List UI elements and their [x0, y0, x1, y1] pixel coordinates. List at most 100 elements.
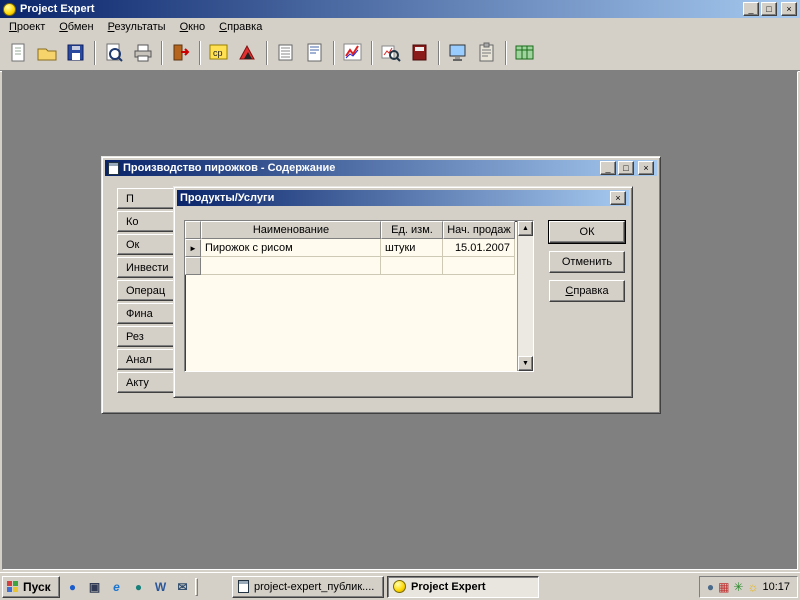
toolbar-separator [333, 41, 335, 65]
column-header-name[interactable]: Наименование [201, 221, 381, 239]
cancel-button[interactable]: Отменить [549, 251, 625, 273]
products-dialog: Продукты/Услуги × Наименование Ед. изм. … [173, 186, 633, 398]
scroll-up-icon[interactable]: ▲ [518, 221, 533, 236]
clipboard-button[interactable] [473, 39, 501, 67]
new-project-button[interactable] [4, 39, 32, 67]
task-label: project-expert_публик.... [254, 580, 375, 593]
minimize-button[interactable]: _ [743, 2, 759, 16]
tray-icon-1[interactable]: ● [707, 581, 714, 593]
cell-empty[interactable] [443, 257, 515, 275]
chart-button[interactable] [339, 39, 367, 67]
inflation-icon [239, 44, 255, 60]
maximize-button[interactable]: □ [761, 2, 777, 16]
currencies-button[interactable]: cp [205, 39, 233, 67]
menu-results[interactable]: Результаты [101, 19, 173, 35]
mdi-close-button[interactable]: × [638, 161, 654, 175]
cell-sales-start[interactable]: 15.01.2007 [443, 239, 515, 257]
cell-product-name[interactable]: Пирожок с рисом [201, 239, 381, 257]
workspace: Производство пирожков - Содержание _ □ ×… [2, 71, 798, 570]
main-window-title: Project Expert [20, 3, 95, 15]
cell-unit[interactable]: штуки [381, 239, 443, 257]
toolbar-separator [94, 41, 96, 65]
menubar: Проект Обмен Результаты Окно Справка [0, 18, 800, 36]
taxes-list-button[interactable] [272, 39, 300, 67]
tray-icon-3[interactable]: ✳ [733, 581, 743, 593]
row-selector-header [185, 221, 201, 239]
dialog-titlebar[interactable]: Продукты/Услуги × [177, 190, 629, 206]
print-preview-button[interactable] [100, 39, 128, 67]
quicklaunch-ie-icon[interactable]: e [107, 577, 126, 596]
chart-icon [343, 43, 362, 61]
analysis-button[interactable] [377, 39, 405, 67]
menu-project[interactable]: Проект [2, 19, 52, 35]
quicklaunch-save-icon[interactable]: ▣ [85, 577, 104, 596]
ok-button[interactable]: ОК [549, 221, 625, 243]
text-description-button[interactable] [301, 39, 329, 67]
exit-button[interactable] [167, 39, 195, 67]
quicklaunch-mail-icon[interactable]: ✉ [173, 577, 192, 596]
cell-empty[interactable] [381, 257, 443, 275]
menu-help[interactable]: Справка [212, 19, 269, 35]
open-project-icon [37, 48, 57, 61]
menu-exchange[interactable]: Обмен [52, 19, 100, 35]
mdi-minimize-button[interactable]: _ [600, 161, 616, 175]
vertical-scrollbar[interactable]: ▲ ▼ [517, 221, 533, 371]
taskbar-divider[interactable] [195, 577, 198, 596]
task-button-document[interactable]: project-expert_публик.... [232, 575, 384, 598]
toolbar-separator [371, 41, 373, 65]
dialog-close-button[interactable]: × [610, 191, 626, 205]
quicklaunch-word-icon[interactable]: W [151, 577, 170, 596]
content-document-icon [108, 161, 119, 175]
mdi-restore-button[interactable]: □ [618, 161, 634, 175]
toolbar-separator [161, 41, 163, 65]
dialog-body: Наименование Ед. изм. Нач. продаж ► Пиро… [177, 206, 629, 394]
print-icon [134, 44, 152, 62]
currencies-icon: cp [209, 44, 228, 60]
screen-button[interactable] [444, 39, 472, 67]
scroll-down-icon[interactable]: ▼ [518, 356, 533, 371]
column-header-start[interactable]: Нач. продаж [443, 221, 515, 239]
menu-window[interactable]: Окно [173, 19, 213, 35]
main-titlebar[interactable]: Project Expert _ □ × [0, 0, 800, 18]
cash-flow-table-button[interactable] [511, 39, 539, 67]
mdi-titlebar[interactable]: Производство пирожков - Содержание _ □ × [105, 160, 657, 176]
table-row[interactable]: ► Пирожок с рисом штуки 15.01.2007 [185, 239, 533, 257]
print-preview-icon [106, 43, 123, 62]
toolbar-separator [266, 41, 268, 65]
cash-flow-table-icon [515, 45, 534, 60]
tray-icon-2[interactable]: ▦ [718, 581, 729, 593]
new-project-icon [11, 43, 25, 62]
save-project-button[interactable] [62, 39, 90, 67]
quicklaunch-internet-icon[interactable]: ● [63, 577, 82, 596]
taxes-list-icon [278, 44, 293, 61]
toolbar-separator [199, 41, 201, 65]
mdi-window-title: Производство пирожков - Содержание [123, 162, 336, 174]
tray-icon-4[interactable]: ☼ [747, 581, 758, 593]
windows-logo-icon [7, 580, 19, 593]
close-button[interactable]: × [781, 2, 797, 16]
clock: 10:17 [762, 580, 790, 593]
inflation-button[interactable] [234, 39, 262, 67]
analysis-icon [381, 45, 401, 62]
table-header-row: Наименование Ед. изм. Нач. продаж [185, 221, 533, 239]
start-button[interactable]: Пуск [2, 575, 60, 598]
task-button-project-expert[interactable]: Project Expert [387, 575, 539, 598]
row-marker-icon[interactable]: ► [185, 239, 201, 257]
app-lightbulb-icon[interactable] [3, 2, 16, 16]
start-label: Пуск [23, 579, 51, 594]
column-header-unit[interactable]: Ед. изм. [381, 221, 443, 239]
system-tray: ● ▦ ✳ ☼ 10:17 [698, 575, 798, 598]
toolbar-separator [505, 41, 507, 65]
table-row-empty[interactable] [185, 257, 533, 275]
row-selector[interactable] [185, 257, 201, 275]
quicklaunch-globe-icon[interactable]: ● [129, 577, 148, 596]
print-button[interactable] [129, 39, 157, 67]
report-button[interactable] [406, 39, 434, 67]
toolbar-separator [438, 41, 440, 65]
cell-empty[interactable] [201, 257, 381, 275]
task-label: Project Expert [411, 580, 486, 593]
word-document-icon [238, 580, 249, 593]
open-project-button[interactable] [33, 39, 61, 67]
help-button[interactable]: Справка [549, 280, 625, 302]
text-description-icon [307, 43, 322, 62]
